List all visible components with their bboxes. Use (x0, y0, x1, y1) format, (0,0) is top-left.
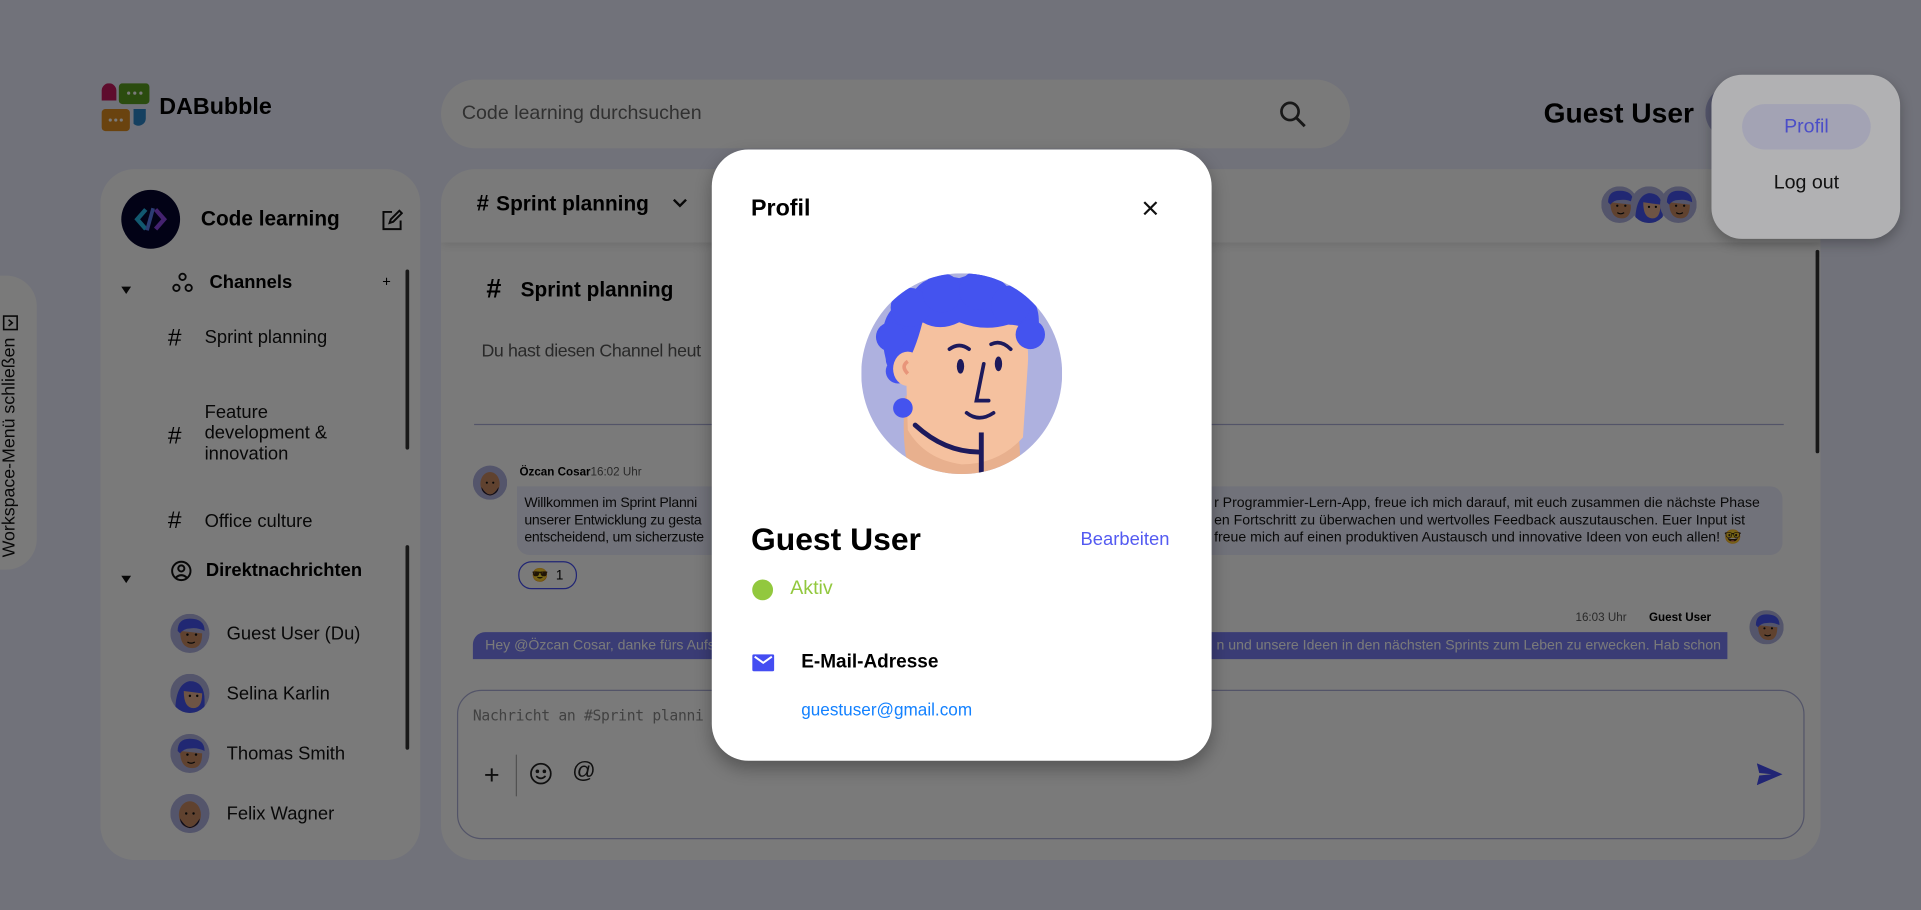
profile-avatar (861, 273, 1063, 475)
mail-icon (752, 654, 775, 677)
send-icon[interactable] (1756, 763, 1783, 791)
avatar-face (170, 613, 210, 653)
dm-title[interactable]: Direktnachrichten (206, 560, 362, 581)
status-text: Aktiv (790, 578, 833, 600)
hash-icon: # (486, 273, 502, 304)
message-text: Willkommen im Sprint Planni (524, 496, 698, 511)
hash-icon: # (167, 422, 182, 450)
message-text: unserer Entwicklung zu gesta (524, 513, 702, 529)
avatar (170, 613, 210, 653)
channel-label: Office culture (204, 510, 313, 532)
account-circle-icon (170, 560, 192, 588)
dm-scrollbar[interactable] (405, 545, 410, 750)
reaction-chip[interactable]: 😎 1 (518, 561, 578, 590)
hash-icon: # (167, 324, 182, 352)
avatar-face (1660, 186, 1697, 223)
search-bar[interactable]: Code learning durchsuchen (441, 79, 1351, 149)
user-menu: Profil Log out (1711, 74, 1901, 239)
channels-title[interactable]: Channels (209, 272, 292, 293)
intro-title: Sprint planning (520, 278, 674, 302)
avatar (170, 673, 210, 714)
edit-icon[interactable] (381, 209, 404, 231)
email-link[interactable]: guestuser@gmail.com (801, 700, 972, 720)
hash-icon: # (476, 191, 489, 216)
message-text: en Fortschritt zu überwachen und wertvol… (1214, 513, 1746, 529)
caret-down-icon[interactable] (120, 279, 132, 301)
message-avatar[interactable] (1749, 610, 1784, 645)
hash-icon: # (167, 507, 182, 535)
channel-label: Feature development & innovation (204, 401, 328, 465)
message-text: Hey @Özcan Cosar, danke fürs Aufs (485, 638, 715, 653)
channel-title-button[interactable]: # Sprint planning (477, 191, 689, 217)
dm-label: Thomas Smith (226, 743, 346, 765)
message-input-placeholder[interactable]: Nachricht an #Sprint planni (473, 707, 704, 724)
emoji-icon[interactable] (529, 762, 552, 791)
close-icon[interactable] (1142, 200, 1159, 223)
message-text: entscheidend, um sicherzuste (524, 530, 704, 546)
app-root: DABubble Code learning durchsuchen Guest… (0, 0, 1921, 910)
avatar-face (170, 673, 210, 714)
add-attachment-icon[interactable]: + (484, 760, 500, 792)
profile-modal: Profil Guest User Bearbeiten Aktiv E-Mai… (711, 149, 1212, 761)
avatar-face (170, 733, 210, 774)
message-author[interactable]: Özcan Cosar (519, 466, 590, 479)
search-icon[interactable] (1278, 99, 1307, 128)
message-scrollbar[interactable] (1815, 249, 1820, 454)
status-dot (752, 579, 774, 601)
workspace-logo (121, 189, 181, 249)
chevron-down-icon (671, 193, 688, 215)
sidebar: Code learning Channels + # Sprint planni… (100, 169, 421, 861)
dm-item-guest-user[interactable]: Guest User (Du) (170, 613, 403, 656)
message-time: 16:02 Uhr (590, 465, 642, 480)
channels-scrollbar[interactable] (405, 269, 410, 450)
dm-label: Felix Wagner (226, 803, 335, 825)
menu-item-profil[interactable]: Profil (1742, 104, 1871, 150)
channel-item-sprint-planning[interactable]: # Sprint planning (168, 325, 401, 354)
reaction-count: 1 (555, 567, 564, 583)
avatar-face (472, 465, 508, 500)
modal-title: Profil (750, 196, 811, 222)
message-author[interactable]: Guest User (1649, 611, 1711, 624)
avatar (170, 733, 210, 774)
message-avatar[interactable] (472, 465, 508, 500)
workspace-toggle-label: Workspace-Menü schließen (0, 337, 20, 558)
search-input[interactable]: Code learning durchsuchen (462, 103, 702, 125)
email-label: E-Mail-Adresse (801, 651, 939, 673)
member-avatar (1660, 186, 1697, 223)
avatar-face (170, 793, 210, 834)
message-text: n und unsere Ideen in den nächsten Sprin… (1216, 638, 1721, 653)
channel-item-office-culture[interactable]: # Office culture (168, 507, 401, 536)
dm-item-selina-karlin[interactable]: Selina Karlin (170, 673, 403, 716)
dm-label: Selina Karlin (226, 683, 330, 705)
workspace-toggle-button[interactable]: Workspace-Menü schließen (0, 275, 37, 570)
divider (515, 754, 517, 797)
profile-name: Guest User (750, 520, 921, 558)
channel-label: Sprint planning (204, 327, 328, 348)
intro-text: Du hast diesen Channel heut (481, 341, 701, 362)
workspace-name: Code learning (200, 207, 340, 231)
message-text: r Programmier-Lern-App, freue ich mich d… (1214, 496, 1760, 511)
channel-members-button[interactable] (1601, 186, 1699, 223)
add-channel-button[interactable]: + (382, 273, 391, 290)
header-user-name: Guest User (1543, 96, 1694, 129)
reaction-emoji: 😎 (531, 568, 549, 584)
dm-label: Guest User (Du) (226, 623, 361, 645)
edit-profile-button[interactable]: Bearbeiten (1081, 529, 1170, 550)
mention-icon[interactable]: @ (572, 758, 596, 785)
dm-item-felix-wagner[interactable]: Felix Wagner (170, 793, 403, 836)
dm-item-thomas-smith[interactable]: Thomas Smith (170, 733, 403, 776)
message-text: freue mich auf einen produktiven Austaus… (1214, 530, 1742, 546)
avatar-face (1749, 610, 1784, 645)
channel-title: Sprint planning (496, 191, 649, 216)
app-logo (100, 83, 150, 132)
app-name: DABubble (159, 94, 272, 121)
avatar (170, 793, 210, 834)
message-time: 16:03 Uhr (1575, 611, 1627, 625)
collapse-icon (2, 314, 18, 330)
channels-icon (172, 272, 194, 300)
caret-down-icon[interactable] (120, 568, 132, 590)
menu-item-logout[interactable]: Log out (1742, 173, 1871, 198)
channel-item-feature-development[interactable]: # Feature development & innovation (168, 402, 401, 469)
channels-section: Channels + # Sprint planning # Feature d… (100, 267, 420, 539)
